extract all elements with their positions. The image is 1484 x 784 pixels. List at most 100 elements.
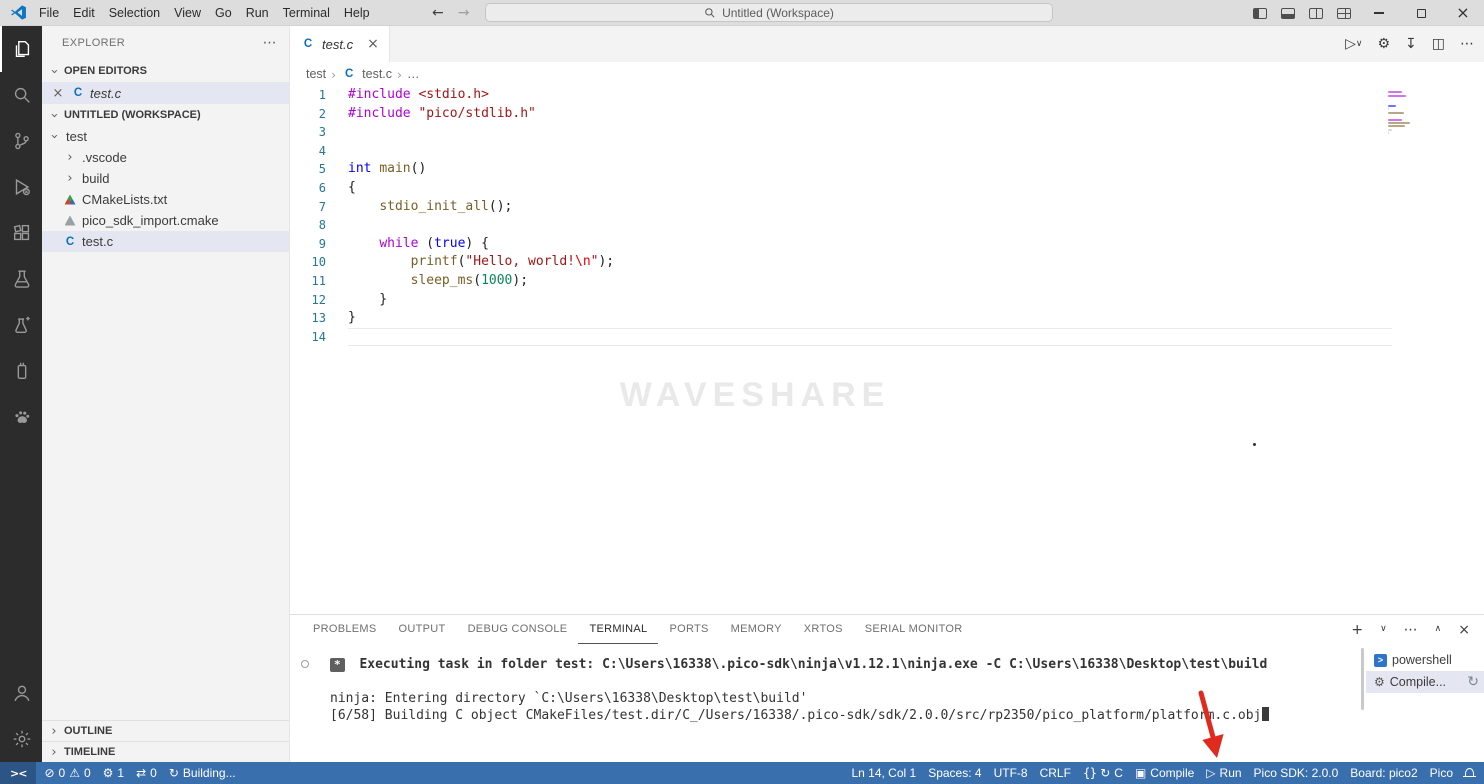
breadcrumb-item-test[interactable]: test (306, 67, 326, 81)
status-encoding[interactable]: UTF-8 (988, 762, 1034, 784)
tree-item-cmakelists-txt[interactable]: CMakeLists.txt (42, 189, 289, 210)
minimize-button[interactable] (1358, 0, 1400, 26)
chevron-down-button[interactable]: ∨ (1380, 625, 1387, 634)
breadcrumb-item-test-c[interactable]: test.c (362, 67, 392, 81)
code-line-9[interactable]: 9 while (true) { (290, 235, 1484, 254)
terminal-task-compile[interactable]: ⚙Compile...↻ (1366, 671, 1484, 693)
customize-layout-button[interactable] (1330, 0, 1358, 26)
toggle-panel-button[interactable] (1274, 0, 1302, 26)
menu-help[interactable]: Help (337, 0, 377, 26)
run-file-button[interactable]: ▷∨ (1345, 37, 1362, 51)
activity-chemistry[interactable] (0, 302, 42, 348)
status-port-count[interactable]: ⇄0 (130, 762, 163, 784)
panel-tab-memory[interactable]: MEMORY (720, 615, 793, 644)
status-remote[interactable]: >< (0, 762, 36, 784)
code-line-1[interactable]: 1#include <stdio.h> (290, 86, 1484, 105)
close-button[interactable]: × (1442, 0, 1484, 26)
activity-account[interactable] (0, 670, 42, 716)
tree-item-vscode[interactable]: ›.vscode (42, 147, 289, 168)
terminal-scrollbar[interactable] (1361, 648, 1364, 710)
code-line-13[interactable]: 13} (290, 309, 1484, 328)
status-run[interactable]: ▷Run (1200, 762, 1247, 784)
status-problems[interactable]: ⊘0⚠0 (38, 762, 96, 784)
tree-item-test-c[interactable]: Ctest.c (42, 231, 289, 252)
panel-tab-ports[interactable]: PORTS (658, 615, 719, 644)
activity-explorer[interactable] (0, 26, 42, 72)
menu-terminal[interactable]: Terminal (276, 0, 337, 26)
activity-battery[interactable] (0, 348, 42, 394)
plus-button[interactable]: + (1351, 623, 1363, 637)
gear-button[interactable]: ⚙ (1377, 37, 1390, 51)
panel-tab-debug-console[interactable]: DEBUG CONSOLE (457, 615, 579, 644)
activity-paw[interactable] (0, 394, 42, 440)
panel-tab-output[interactable]: OUTPUT (388, 615, 457, 644)
minimap[interactable] (1388, 90, 1412, 139)
status-compile[interactable]: ▣Compile (1129, 762, 1200, 784)
code-line-7[interactable]: 7 stdio_init_all(); (290, 198, 1484, 217)
code-line-14[interactable]: 14 (290, 328, 1484, 347)
activity-settings[interactable] (0, 716, 42, 762)
terminal-task-powershell[interactable]: >powershell (1366, 649, 1484, 671)
command-center-search[interactable]: Untitled (Workspace) (485, 3, 1053, 22)
activity-testing[interactable] (0, 256, 42, 302)
history-back-icon[interactable]: ← (432, 5, 444, 21)
open-editors-header[interactable]: › OPEN EDITORS (42, 60, 289, 82)
menu-run[interactable]: Run (239, 0, 276, 26)
ellipsis-button[interactable]: ⋯ (1404, 623, 1418, 637)
activity-source-control[interactable] (0, 118, 42, 164)
code-line-2[interactable]: 2#include "pico/stdlib.h" (290, 105, 1484, 124)
section-timeline[interactable]: ›TIMELINE (42, 741, 289, 762)
menu-selection[interactable]: Selection (102, 0, 167, 26)
panel-tab-serial-monitor[interactable]: SERIAL MONITOR (854, 615, 974, 644)
code-line-11[interactable]: 11 sleep_ms(1000); (290, 272, 1484, 291)
code-line-5[interactable]: 5int main() (290, 160, 1484, 179)
status-eol[interactable]: CRLF (1034, 762, 1077, 784)
status-language-mode[interactable]: {}↻C (1077, 762, 1129, 784)
tree-item-test[interactable]: ›test (42, 126, 289, 147)
tab-test-c[interactable]: C test.c × (290, 26, 390, 62)
code-line-3[interactable]: 3 (290, 123, 1484, 142)
close-panel-button[interactable]: × (1458, 623, 1470, 637)
tree-item-pico-sdk-import-cmake[interactable]: pico_sdk_import.cmake (42, 210, 289, 231)
code-line-12[interactable]: 12 } (290, 291, 1484, 310)
close-tab-icon[interactable]: × (367, 36, 379, 52)
code-line-10[interactable]: 10 printf("Hello, world!\n"); (290, 253, 1484, 272)
toggle-primary-sidebar-button[interactable] (1246, 0, 1274, 26)
more-actions-button[interactable]: ⋯ (1460, 37, 1474, 51)
menu-file[interactable]: File (32, 0, 66, 26)
status-board[interactable]: Board: pico2 (1344, 762, 1423, 784)
code-line-4[interactable]: 4 (290, 142, 1484, 161)
menu-view[interactable]: View (167, 0, 208, 26)
code-line-8[interactable]: 8 (290, 216, 1484, 235)
breadcrumb-item-[interactable]: … (407, 67, 420, 81)
export-button[interactable]: ↧ (1405, 37, 1417, 51)
more-actions-icon[interactable]: ⋯ (263, 35, 277, 51)
split-editor-button[interactable]: ◫ (1432, 37, 1445, 51)
activity-search[interactable] (0, 72, 42, 118)
status-indentation[interactable]: Spaces: 4 (922, 762, 987, 784)
menu-go[interactable]: Go (208, 0, 239, 26)
workspace-header[interactable]: › UNTITLED (WORKSPACE) (42, 104, 289, 126)
maximize-button[interactable] (1400, 0, 1442, 26)
code-editor[interactable]: 1#include <stdio.h>2#include "pico/stdli… (290, 86, 1484, 614)
activity-extensions[interactable] (0, 210, 42, 256)
code-line-6[interactable]: 6{ (290, 179, 1484, 198)
panel-tab-problems[interactable]: PROBLEMS (302, 615, 388, 644)
status-cursor-position[interactable]: Ln 14, Col 1 (845, 762, 922, 784)
history-forward-icon[interactable]: → (458, 5, 470, 21)
toggle-secondary-sidebar-button[interactable] (1302, 0, 1330, 26)
status-notifications[interactable] (1459, 762, 1480, 784)
chevron-up-button[interactable]: ∧ (1435, 625, 1442, 634)
status-building[interactable]: ↻Building... (163, 762, 242, 784)
open-editor-test-c[interactable]: ×Ctest.c (42, 82, 289, 104)
section-outline[interactable]: ›OUTLINE (42, 720, 289, 741)
status-pico-sdk[interactable]: Pico SDK: 2.0.0 (1248, 762, 1345, 784)
panel-tab-terminal[interactable]: TERMINAL (578, 615, 658, 644)
close-editor-icon[interactable]: × (50, 86, 66, 101)
status-gear-count[interactable]: ⚙1 (97, 762, 130, 784)
status-pico[interactable]: Pico (1424, 762, 1459, 784)
activity-run-debug[interactable] (0, 164, 42, 210)
terminal[interactable]: * Executing task in folder test: C:\User… (290, 644, 1366, 762)
menu-edit[interactable]: Edit (66, 0, 102, 26)
panel-tab-xrtos[interactable]: XRTOS (793, 615, 854, 644)
